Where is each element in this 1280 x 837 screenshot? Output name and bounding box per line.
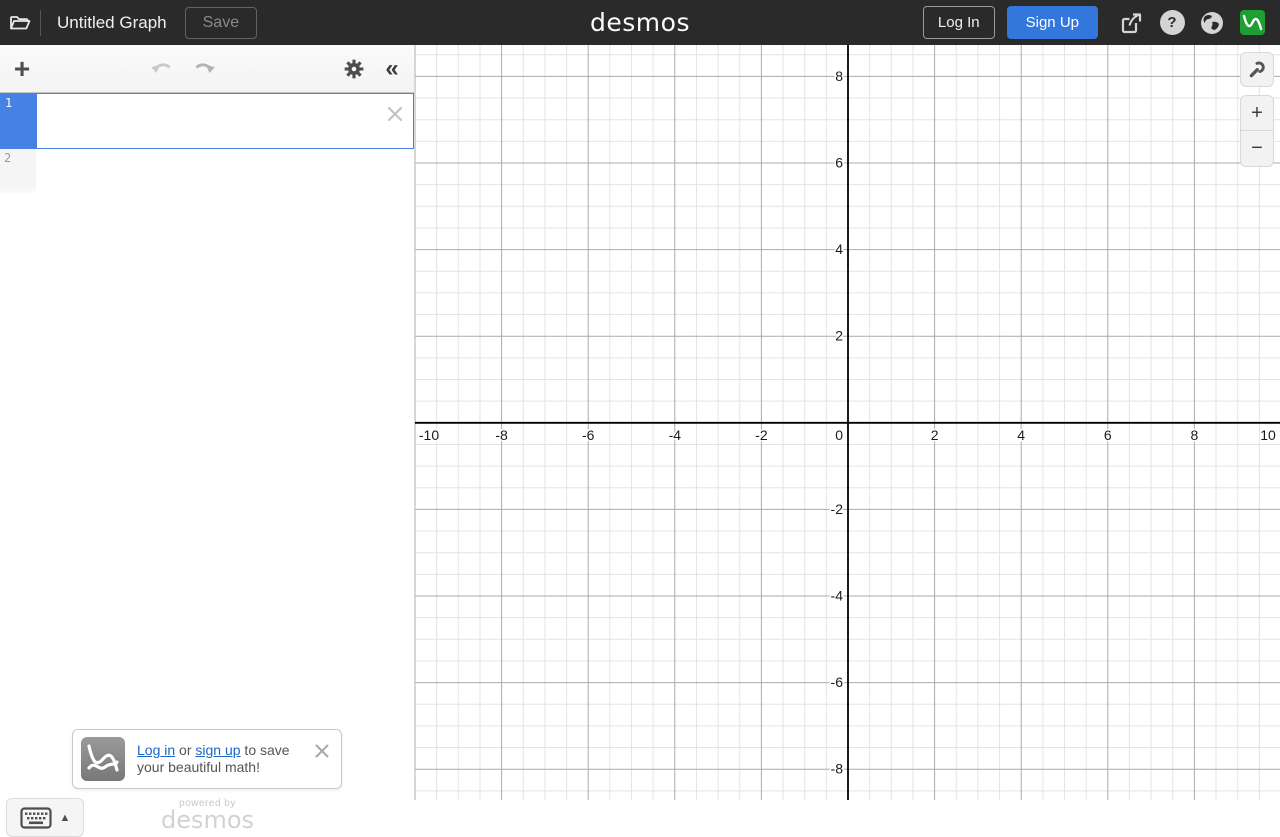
expression-gutter-1[interactable]: 1 <box>1 94 37 148</box>
share-icon <box>1119 10 1145 36</box>
expression-toolbar: + <box>0 45 414 93</box>
folder-open-icon <box>8 11 32 35</box>
redo-icon[interactable] <box>190 57 218 81</box>
svg-text:-6: -6 <box>831 674 844 690</box>
zoom-out-button[interactable]: − <box>1241 131 1273 166</box>
open-graph-button[interactable] <box>0 0 40 45</box>
graph-paper[interactable]: -10 -8 -6 -4 -2 0 2 4 6 8 10 -8 -6 -4 -2 2 4 6 8 <box>415 45 1280 800</box>
expression-gutter-2[interactable]: 2 <box>0 149 36 194</box>
save-button[interactable]: Save <box>185 7 257 39</box>
svg-text:-4: -4 <box>669 427 682 443</box>
zoom-controls: + − <box>1240 95 1274 167</box>
wrench-icon <box>1248 60 1267 79</box>
expression-input-2[interactable] <box>36 149 414 194</box>
svg-text:6: 6 <box>835 155 843 171</box>
globe-icon <box>1199 10 1225 36</box>
svg-text:-2: -2 <box>831 501 844 517</box>
collapse-panel-button[interactable]: « <box>378 55 406 83</box>
svg-text:6: 6 <box>1104 427 1112 443</box>
help-button[interactable]: ? <box>1152 0 1192 45</box>
add-expression-button[interactable]: + <box>0 45 44 93</box>
desmos-green-icon <box>1240 10 1265 35</box>
login-callout: Log in or sign up to save your beautiful… <box>72 729 342 789</box>
language-button[interactable] <box>1192 0 1232 45</box>
header-divider <box>40 10 41 36</box>
svg-text:2: 2 <box>835 328 843 344</box>
svg-text:2: 2 <box>931 427 939 443</box>
undo-icon[interactable] <box>148 57 176 81</box>
login-link[interactable]: Log in <box>137 742 175 758</box>
expression-row-2[interactable]: 2 <box>0 149 414 194</box>
graph-title: Untitled Graph <box>57 13 167 33</box>
zoom-in-button[interactable]: + <box>1241 96 1273 131</box>
close-icon <box>314 743 330 759</box>
expression-row-1[interactable]: 1 <box>0 93 414 149</box>
graph-settings-button[interactable] <box>340 55 368 83</box>
graph-settings-wrench-button[interactable] <box>1240 52 1274 87</box>
keyboard-icon <box>20 807 52 829</box>
expression-index: 2 <box>4 151 11 165</box>
login-button[interactable]: Log In <box>923 6 995 39</box>
svg-text:-6: -6 <box>582 427 595 443</box>
svg-text:-8: -8 <box>831 761 844 777</box>
desmos-gray-icon <box>81 737 125 781</box>
svg-text:4: 4 <box>1017 427 1025 443</box>
svg-text:0: 0 <box>835 427 843 443</box>
svg-text:8: 8 <box>1191 427 1199 443</box>
svg-text:10: 10 <box>1260 427 1276 443</box>
delete-expression-button[interactable] <box>385 104 405 124</box>
callout-close-button[interactable] <box>313 742 331 760</box>
graph-svg: -10 -8 -6 -4 -2 0 2 4 6 8 10 -8 -6 -4 -2 2 4 6 8 <box>415 45 1280 800</box>
expression-index: 1 <box>5 96 12 110</box>
signup-link[interactable]: sign up <box>195 742 240 758</box>
svg-text:-8: -8 <box>495 427 508 443</box>
help-icon: ? <box>1160 10 1185 35</box>
expression-input-1[interactable] <box>37 94 413 148</box>
svg-text:4: 4 <box>835 241 843 257</box>
caret-up-icon: ▲ <box>60 812 71 824</box>
svg-text:-2: -2 <box>755 427 768 443</box>
callout-text: Log in or sign up to save your beautiful… <box>137 742 297 776</box>
signup-button[interactable]: Sign Up <box>1007 6 1098 39</box>
header-bar: Untitled Graph Save desmos Log In Sign U… <box>0 0 1280 45</box>
svg-text:-4: -4 <box>831 588 844 604</box>
test-mode-button[interactable] <box>1232 0 1272 45</box>
svg-text:8: 8 <box>835 68 843 84</box>
svg-text:-10: -10 <box>419 427 439 443</box>
expression-panel: + <box>0 45 415 800</box>
gear-icon <box>343 58 365 80</box>
close-icon <box>386 105 404 123</box>
keypad-toggle-button[interactable]: ▲ <box>6 798 84 837</box>
share-button[interactable] <box>1112 0 1152 45</box>
